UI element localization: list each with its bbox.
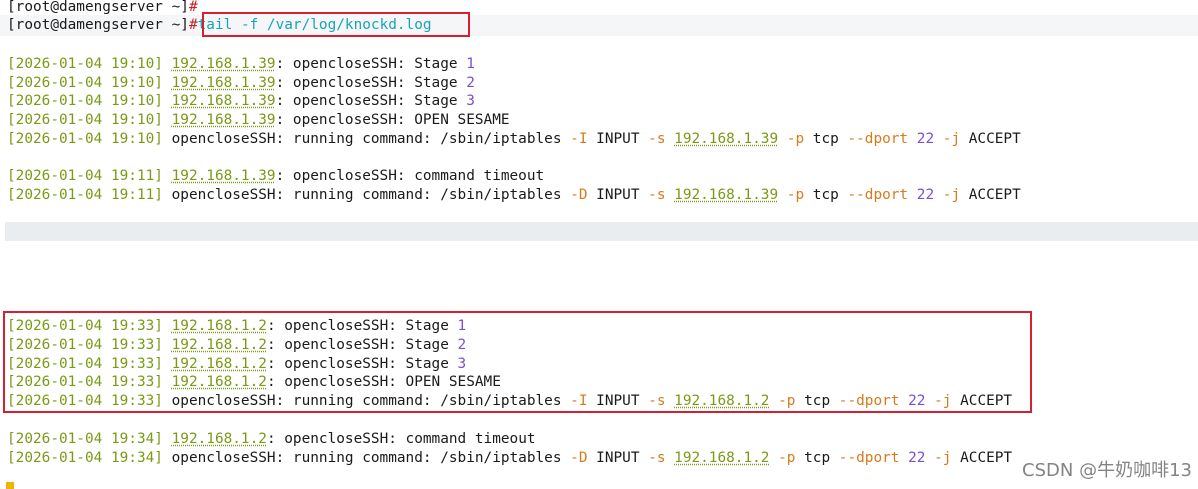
dport-flag: --dport <box>838 450 900 466</box>
log-timestamp: [2026-01-04 19:34] <box>7 450 163 466</box>
stage-number: 1 <box>466 56 475 72</box>
port-number: 22 <box>916 131 935 147</box>
log-separator: : <box>275 168 293 184</box>
protocol: tcp <box>795 450 839 466</box>
log-timestamp: [2026-01-04 19:34] <box>7 431 163 447</box>
log-line: [2026-01-04 19:34] 192.168.1.2: openclos… <box>7 430 536 449</box>
log-separator: : <box>275 112 293 128</box>
iptables-action-flag: -I <box>570 131 588 147</box>
log-ip-address: 192.168.1.39 <box>171 112 276 128</box>
port-number: 22 <box>916 187 935 203</box>
log-separator: : <box>266 431 285 447</box>
jump-target: ACCEPT <box>951 450 1013 466</box>
source-flag: -s <box>648 187 666 203</box>
dport-flag: --dport <box>847 131 909 147</box>
dport-flag: --dport <box>847 187 909 203</box>
log-message: opencloseSSH: command timeout <box>284 431 536 447</box>
shell-prompt: [root@damengserver ~] <box>7 0 189 15</box>
iptables-action-flag: -D <box>570 187 588 203</box>
log-message: opencloseSSH: OPEN SESAME <box>292 112 510 128</box>
prompt-symbol: # <box>188 0 198 15</box>
protocol: tcp <box>804 131 848 147</box>
log-line: [2026-01-04 19:11] opencloseSSH: running… <box>7 186 1021 205</box>
command-highlight-box <box>202 12 470 37</box>
log-message: opencloseSSH: Stage <box>292 93 467 109</box>
log-line: [2026-01-04 19:10] 192.168.1.39: openclo… <box>7 55 475 74</box>
log-separator: : <box>275 93 293 109</box>
selection-band <box>5 222 1198 241</box>
log-timestamp: [2026-01-04 19:11] <box>7 187 163 203</box>
jump-flag: -j <box>942 187 961 203</box>
prompt-line-1: [root@damengserver ~]# <box>7 0 198 17</box>
log-line: [2026-01-04 19:10] 192.168.1.39: openclo… <box>7 111 510 130</box>
log-line: [2026-01-04 19:10] 192.168.1.39: openclo… <box>7 92 475 111</box>
protocol-flag: -p <box>778 450 796 466</box>
log-ip-address: 192.168.1.39 <box>674 187 779 203</box>
log-ip-address: 192.168.1.39 <box>171 56 276 72</box>
log-message: opencloseSSH: Stage <box>292 75 467 91</box>
prompt-symbol: # <box>188 17 198 33</box>
log-message: opencloseSSH: running command: /sbin/ipt… <box>171 187 571 203</box>
protocol-flag: -p <box>786 187 805 203</box>
log-line: [2026-01-04 19:34] opencloseSSH: running… <box>7 449 1012 468</box>
log-ip-address: 192.168.1.2 <box>171 431 267 447</box>
iptables-chain: INPUT <box>587 450 649 466</box>
log-message: opencloseSSH: running command: /sbin/ipt… <box>171 450 571 466</box>
stage-number: 3 <box>466 93 475 109</box>
port-number: 22 <box>908 450 926 466</box>
stage-number: 2 <box>466 75 475 91</box>
log-separator: : <box>275 56 293 72</box>
shell-prompt: [root@damengserver ~] <box>7 17 189 33</box>
log-timestamp: [2026-01-04 19:10] <box>7 75 163 91</box>
protocol: tcp <box>804 187 848 203</box>
source-flag: -s <box>648 450 666 466</box>
terminal-window[interactable]: [root@damengserver ~]# [root@damengserve… <box>0 0 1198 489</box>
log-highlight-box <box>3 311 1032 413</box>
iptables-action-flag: -D <box>570 450 588 466</box>
log-ip-address: 192.168.1.39 <box>171 93 276 109</box>
log-timestamp: [2026-01-04 19:10] <box>7 131 163 147</box>
jump-flag: -j <box>934 450 952 466</box>
iptables-chain: INPUT <box>587 131 649 147</box>
log-separator: : <box>275 75 293 91</box>
log-line: [2026-01-04 19:10] 192.168.1.39: openclo… <box>7 74 475 93</box>
log-message: opencloseSSH: Stage <box>292 56 467 72</box>
log-timestamp: [2026-01-04 19:10] <box>7 93 163 109</box>
jump-flag: -j <box>942 131 961 147</box>
log-timestamp: [2026-01-04 19:10] <box>7 56 163 72</box>
log-ip-address: 192.168.1.39 <box>171 168 276 184</box>
source-flag: -s <box>648 131 666 147</box>
jump-target: ACCEPT <box>960 131 1021 147</box>
iptables-chain: INPUT <box>587 187 649 203</box>
log-line: [2026-01-04 19:11] 192.168.1.39: openclo… <box>7 167 544 186</box>
log-timestamp: [2026-01-04 19:11] <box>7 168 163 184</box>
log-ip-address: 192.168.1.39 <box>674 131 779 147</box>
log-message: opencloseSSH: command timeout <box>292 168 545 184</box>
log-timestamp: [2026-01-04 19:10] <box>7 112 163 128</box>
terminal-cursor <box>6 482 14 489</box>
log-ip-address: 192.168.1.39 <box>171 75 276 91</box>
log-message: opencloseSSH: running command: /sbin/ipt… <box>171 131 571 147</box>
jump-target: ACCEPT <box>960 187 1021 203</box>
log-line: [2026-01-04 19:10] opencloseSSH: running… <box>7 130 1021 149</box>
log-ip-address: 192.168.1.2 <box>674 450 770 466</box>
watermark: CSDN @牛奶咖啡13 <box>1022 460 1192 481</box>
protocol-flag: -p <box>786 131 805 147</box>
